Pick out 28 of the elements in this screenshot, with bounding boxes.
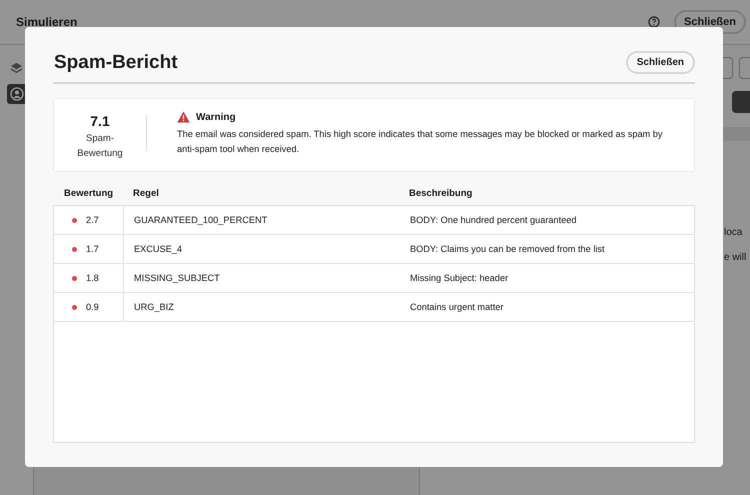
table-cell-text: BODY: Claims you can be removed from the list: [409, 243, 606, 256]
help-icon[interactable]: [648, 16, 660, 28]
table-cell: 0.9: [54, 293, 124, 321]
table-cell-text: GUARANTEED_100_PERCENT: [133, 214, 268, 227]
score-label: Spam-Bewertung: [76, 132, 124, 161]
user-icon[interactable]: [6, 84, 26, 104]
column-header: Bewertung: [63, 188, 114, 199]
dialog-title: Spam-Bericht: [53, 52, 178, 74]
table-cell-text: Missing Subject: header: [409, 272, 510, 285]
page-title: Simulieren: [16, 15, 78, 29]
body-text: e will: [723, 252, 748, 263]
column-header: Regel: [132, 188, 160, 199]
table-cell-text: BODY: One hundred percent guaranteed: [409, 214, 578, 227]
table-cell-text: URG_BIZ: [133, 301, 175, 314]
table-cell-text: MISSING_SUBJECT: [133, 272, 221, 285]
table-cell: 2.7: [54, 206, 124, 234]
table-cell-text: EXCUSE_4: [133, 243, 184, 256]
layers-icon[interactable]: [10, 62, 23, 75]
warning-icon: [177, 111, 190, 123]
close-button[interactable]: Schließen: [626, 51, 695, 74]
table-cell-text: Contains urgent matter: [409, 301, 504, 314]
body-text: loca: [723, 227, 744, 238]
warning-text: The email was considered spam. This high score indicates that some messages may be blocked or marked as spam by anti-spam tool when received.: [177, 128, 664, 156]
spam-score: 7.1: [90, 113, 110, 129]
table-cell: 1.8: [54, 264, 124, 292]
warning-title: Warning: [196, 112, 236, 122]
table-cell: 1.7: [54, 235, 124, 263]
column-header: Beschreibung: [408, 188, 474, 199]
